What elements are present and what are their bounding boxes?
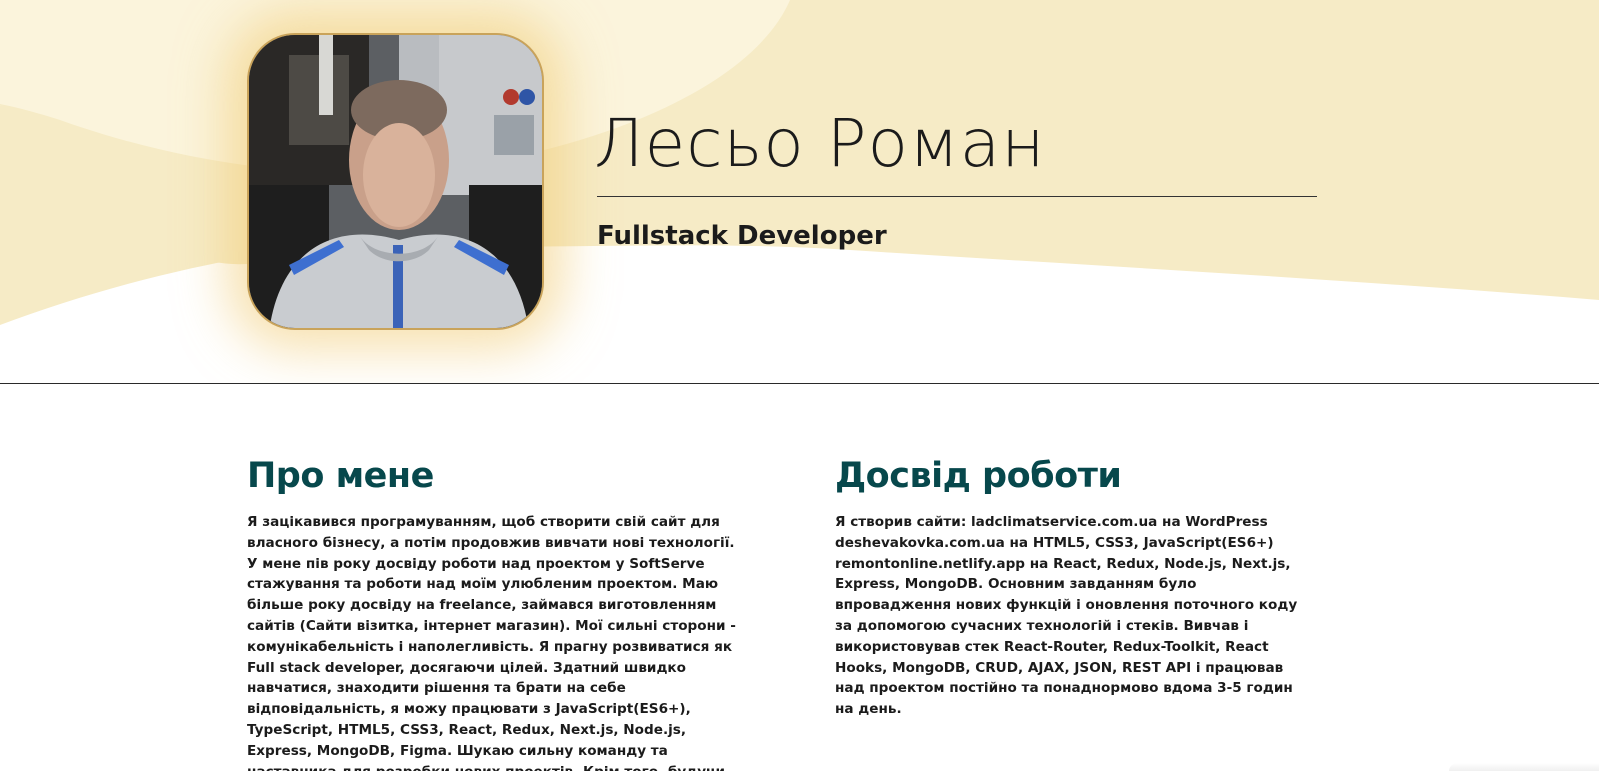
hero-background-wave — [0, 0, 1599, 384]
experience-text: Я створив сайти: ladclimatservice.com.ua… — [835, 514, 1298, 718]
profile-name: Лесьо Роман — [594, 105, 1046, 182]
person-photo-icon — [249, 35, 542, 328]
about-text: Я зацікавився програмуванням, щоб створи… — [247, 514, 736, 771]
about-title: Про мене — [247, 456, 434, 496]
experience-title: Досвід роботи — [835, 456, 1122, 496]
profile-role: Fullstack Developer — [597, 221, 887, 251]
name-underline-divider — [597, 196, 1317, 197]
hero-header: Лесьо Роман Fullstack Developer — [0, 0, 1599, 384]
profile-photo — [247, 33, 544, 330]
header-bottom-divider — [0, 383, 1599, 384]
about-section: Про мене Я зацікавився програмуванням, щ… — [247, 452, 767, 771]
scroll-corner-shadow — [1449, 763, 1599, 771]
experience-section: Досвід роботи Я створив сайти: ladclimat… — [835, 452, 1355, 720]
